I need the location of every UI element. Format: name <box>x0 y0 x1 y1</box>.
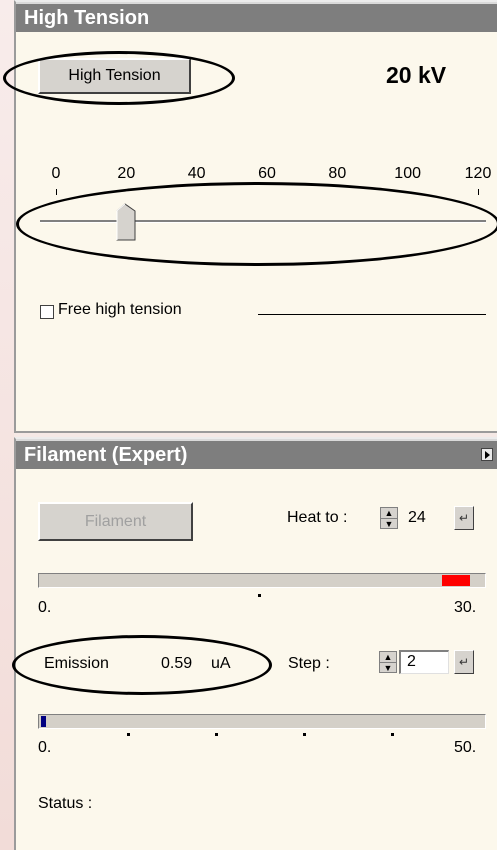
heat-value[interactable]: 24 <box>408 509 426 527</box>
filament-title: Filament (Expert) <box>16 439 497 469</box>
heat-progress-bar <box>38 573 486 588</box>
high-tension-value: 20 kV <box>386 62 447 88</box>
heat-to-label: Heat to : <box>287 509 348 526</box>
scale-label: 0 <box>51 165 61 182</box>
free-high-tension-checkbox[interactable] <box>40 305 54 319</box>
scale-label: 100 <box>394 165 421 182</box>
filament-panel: Filament (Expert) Filament Heat to : ▲ ▼… <box>12 437 497 850</box>
spin-up-icon[interactable]: ▲ <box>381 508 397 518</box>
scale-label: 120 <box>464 165 492 182</box>
high-tension-title: High Tension <box>16 2 497 32</box>
heat-min-label: 0. <box>38 599 52 616</box>
step-spinner[interactable]: ▲ ▼ <box>379 651 397 673</box>
scale-label: 40 <box>187 165 206 182</box>
emission-progress-bar <box>38 714 486 729</box>
scale-label: 20 <box>117 165 136 182</box>
scale-label: 60 <box>258 165 276 182</box>
emission-max-label: 50. <box>454 739 477 756</box>
heat-max-label: 30. <box>454 599 477 616</box>
slider-thumb[interactable] <box>116 203 136 241</box>
filament-button[interactable]: Filament <box>38 502 193 541</box>
scale-tick-mark <box>56 189 57 195</box>
scale-label: 80 <box>328 165 347 182</box>
emission-tick-4 <box>391 733 394 736</box>
step-input[interactable]: 2 <box>399 650 449 674</box>
emission-min-label: 0. <box>38 739 52 756</box>
spin-down-icon[interactable]: ▼ <box>380 662 396 673</box>
emission-progress-fill <box>41 716 47 727</box>
emission-label: Emission <box>44 655 109 672</box>
scale-tick-mark <box>478 189 479 195</box>
spin-up-icon[interactable]: ▲ <box>380 652 396 662</box>
free-high-tension-label: Free high tension <box>58 301 182 318</box>
heat-enter-button[interactable]: ↵ <box>454 506 474 530</box>
highlight-ellipse-slider <box>16 182 497 266</box>
separator-line <box>258 314 486 315</box>
heat-midpoint-tick <box>258 594 261 597</box>
status-label: Status : <box>38 795 93 812</box>
filament-title-text: Filament (Expert) <box>24 444 188 466</box>
expand-arrow-icon[interactable] <box>481 448 493 461</box>
left-edge-strip <box>0 0 14 850</box>
emission-value: 0.59 <box>161 655 193 672</box>
emission-unit: uA <box>211 655 231 672</box>
emission-tick-3 <box>303 733 306 736</box>
step-label: Step : <box>288 655 330 672</box>
emission-tick-1 <box>127 733 130 736</box>
spin-down-icon[interactable]: ▼ <box>381 518 397 529</box>
high-tension-panel: High Tension High Tension 20 kV 0 20 40 60 8… <box>3 0 497 433</box>
emission-tick-2 <box>215 733 218 736</box>
high-tension-button[interactable]: High Tension <box>38 58 191 94</box>
slider-track <box>40 220 486 223</box>
step-enter-button[interactable]: ↵ <box>454 650 474 674</box>
heat-spinner[interactable]: ▲ ▼ <box>380 507 398 529</box>
heat-progress-fill <box>441 575 470 586</box>
